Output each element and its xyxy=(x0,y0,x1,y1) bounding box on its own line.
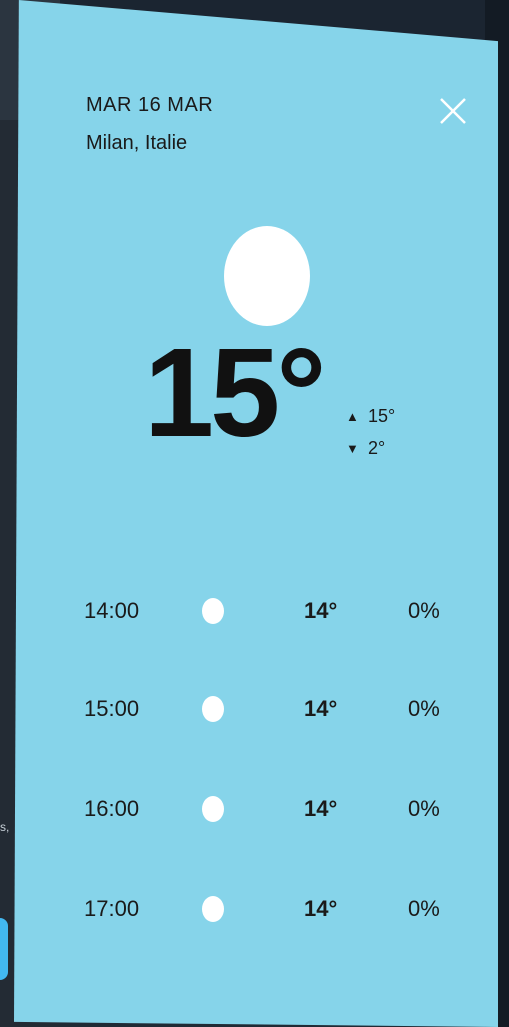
arrow-up-icon: ▲ xyxy=(346,408,359,424)
current-temperature: 15° xyxy=(144,322,327,463)
low-row: ▼ 2° xyxy=(346,432,395,464)
background-button[interactable] xyxy=(0,918,8,980)
hour-precip: 0% xyxy=(408,896,440,921)
hour-temp: 14° xyxy=(304,696,338,721)
hour-temp: 14° xyxy=(304,796,338,821)
hour-precip: 0% xyxy=(408,598,440,623)
hourly-row: 15:00 14° 0% xyxy=(14,686,498,726)
high-temp: 15° xyxy=(368,405,396,426)
weather-panel: MAR 16 MAR Milan, Italie 15° ▲ 15° ▼ 2° … xyxy=(14,0,498,1027)
hour-time: 17:00 xyxy=(84,896,140,921)
arrow-down-icon: ▼ xyxy=(346,440,359,456)
background-text: s, xyxy=(0,820,10,834)
close-icon xyxy=(440,98,466,124)
high-row: ▲ 15° xyxy=(346,400,395,432)
hour-temp: 14° xyxy=(304,896,338,921)
date-label: MAR 16 MAR xyxy=(86,94,214,116)
hourly-row: 16:00 14° 0% xyxy=(14,786,498,826)
screen: s, MAR 16 MAR Milan, Italie 15° ▲ 15° ▼ … xyxy=(0,0,509,1027)
hour-time: 14:00 xyxy=(84,598,140,623)
close-button[interactable] xyxy=(438,96,468,126)
hourly-row: 17:00 14° 0% xyxy=(14,886,498,926)
sun-icon xyxy=(202,696,224,722)
hour-time: 15:00 xyxy=(84,696,140,721)
hour-precip: 0% xyxy=(408,796,440,821)
hour-temp: 14° xyxy=(304,598,338,623)
sun-icon xyxy=(202,896,224,922)
sun-icon xyxy=(224,226,310,326)
location-label: Milan, Italie xyxy=(86,132,188,154)
hour-time: 16:00 xyxy=(84,796,140,821)
sun-icon xyxy=(202,796,224,822)
high-low: ▲ 15° ▼ 2° xyxy=(346,400,395,464)
low-temp: 2° xyxy=(368,437,386,458)
hour-precip: 0% xyxy=(408,696,440,721)
sun-icon xyxy=(202,598,224,624)
hourly-row: 14:00 14° 0% xyxy=(14,588,498,628)
